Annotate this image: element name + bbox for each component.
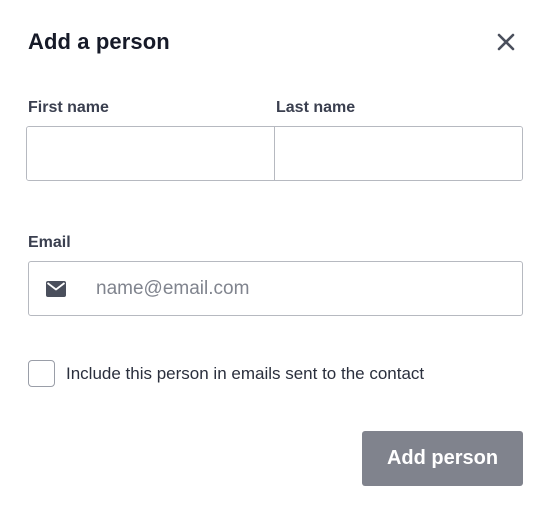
mail-icon xyxy=(46,281,66,297)
first-name-label: First name xyxy=(28,99,109,116)
close-button[interactable] xyxy=(494,30,518,54)
add-person-button[interactable]: Add person xyxy=(362,431,523,486)
first-name-input[interactable] xyxy=(27,127,275,180)
email-label: Email xyxy=(28,234,71,251)
last-name-label: Last name xyxy=(276,99,356,116)
close-icon xyxy=(497,33,515,51)
email-input[interactable] xyxy=(96,262,516,315)
include-in-emails-label[interactable]: Include this person in emails sent to th… xyxy=(66,364,424,384)
include-in-emails-checkbox[interactable] xyxy=(28,360,55,387)
email-field[interactable] xyxy=(28,261,523,316)
dialog-title: Add a person xyxy=(28,29,170,54)
last-name-input[interactable] xyxy=(275,127,522,180)
name-field-group xyxy=(26,126,523,181)
add-person-dialog: Add a person First name Last name Email … xyxy=(0,0,550,510)
